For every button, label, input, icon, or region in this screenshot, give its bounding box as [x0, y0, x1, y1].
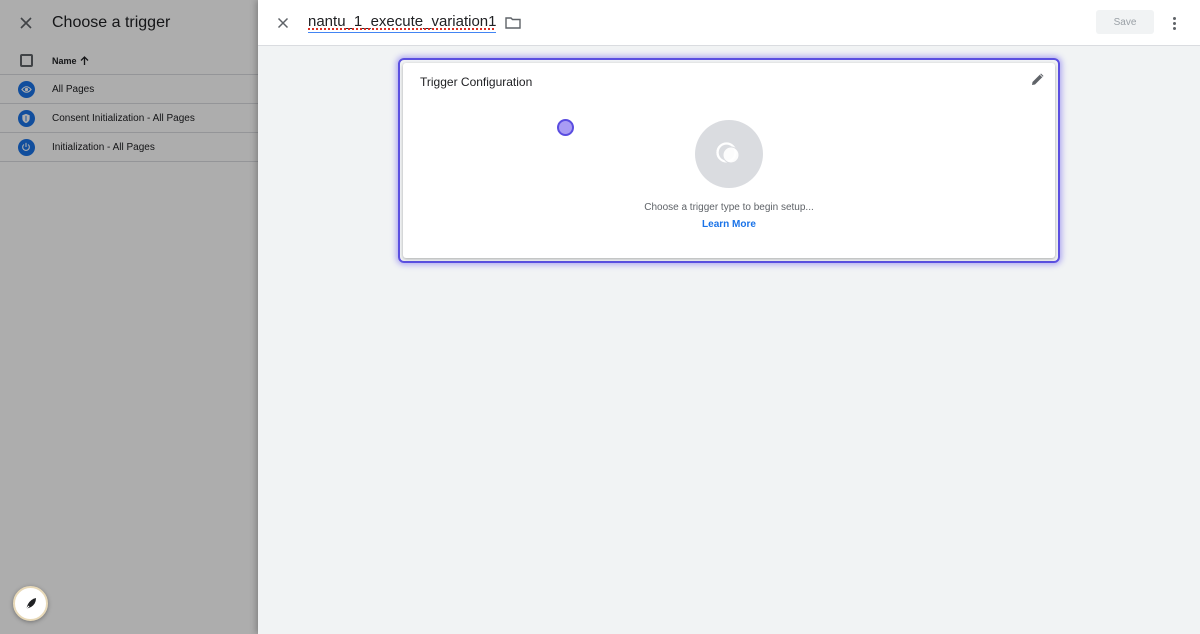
trigger-chooser-panel: Choose a trigger Name All Pages Consent …	[0, 0, 258, 634]
more-options-button[interactable]	[1166, 12, 1182, 34]
trigger-table-header: Name	[0, 47, 258, 75]
select-all-checkbox[interactable]	[0, 54, 52, 67]
close-editor-button[interactable]	[258, 0, 308, 46]
close-icon	[20, 17, 32, 29]
editor-topbar: nantu_1_execute_variation1 Save	[258, 0, 1200, 46]
quill-icon	[24, 597, 36, 610]
trigger-row-consent-initialization[interactable]: Consent Initialization - All Pages	[0, 104, 258, 133]
folder-button[interactable]	[505, 16, 522, 29]
folder-icon	[505, 17, 522, 29]
trigger-label: Initialization - All Pages	[52, 141, 155, 153]
trigger-chooser-title: Choose a trigger	[52, 14, 171, 31]
arrow-up-icon	[80, 55, 88, 65]
trigger-editor: nantu_1_execute_variation1 Save Trigger …	[258, 0, 1200, 634]
more-vert-icon	[1172, 16, 1176, 20]
close-trigger-chooser-button[interactable]	[0, 0, 52, 46]
eye-icon	[17, 80, 35, 98]
trigger-name-input[interactable]: nantu_1_execute_variation1	[308, 13, 497, 33]
spellcheck-underline	[308, 27, 497, 30]
learn-more-link[interactable]: Learn More	[403, 219, 1055, 230]
save-button[interactable]: Save	[1096, 10, 1154, 34]
name-column-header[interactable]: Name	[52, 56, 89, 66]
pencil-icon	[1032, 73, 1044, 85]
mouse-cursor-indicator	[557, 119, 574, 136]
assistant-fab-button[interactable]	[13, 586, 48, 621]
trigger-configuration-card[interactable]: Trigger Configuration Choose a trigger t…	[403, 63, 1055, 258]
setup-hint: Choose a trigger type to begin setup...	[644, 202, 814, 213]
card-title: Trigger Configuration	[420, 75, 533, 89]
trigger-row-all-pages[interactable]: All Pages	[0, 75, 258, 104]
trigger-row-initialization[interactable]: Initialization - All Pages	[0, 133, 258, 162]
trigger-label: Consent Initialization - All Pages	[52, 112, 195, 124]
trigger-chooser-header: Choose a trigger	[0, 0, 258, 46]
power-icon	[17, 138, 35, 156]
edit-trigger-button[interactable]	[1031, 72, 1045, 91]
trigger-type-placeholder[interactable]	[695, 120, 763, 188]
shield-icon	[17, 109, 35, 127]
close-icon	[277, 17, 289, 28]
trigger-label: All Pages	[52, 83, 95, 95]
trigger-rings-icon	[716, 142, 740, 164]
